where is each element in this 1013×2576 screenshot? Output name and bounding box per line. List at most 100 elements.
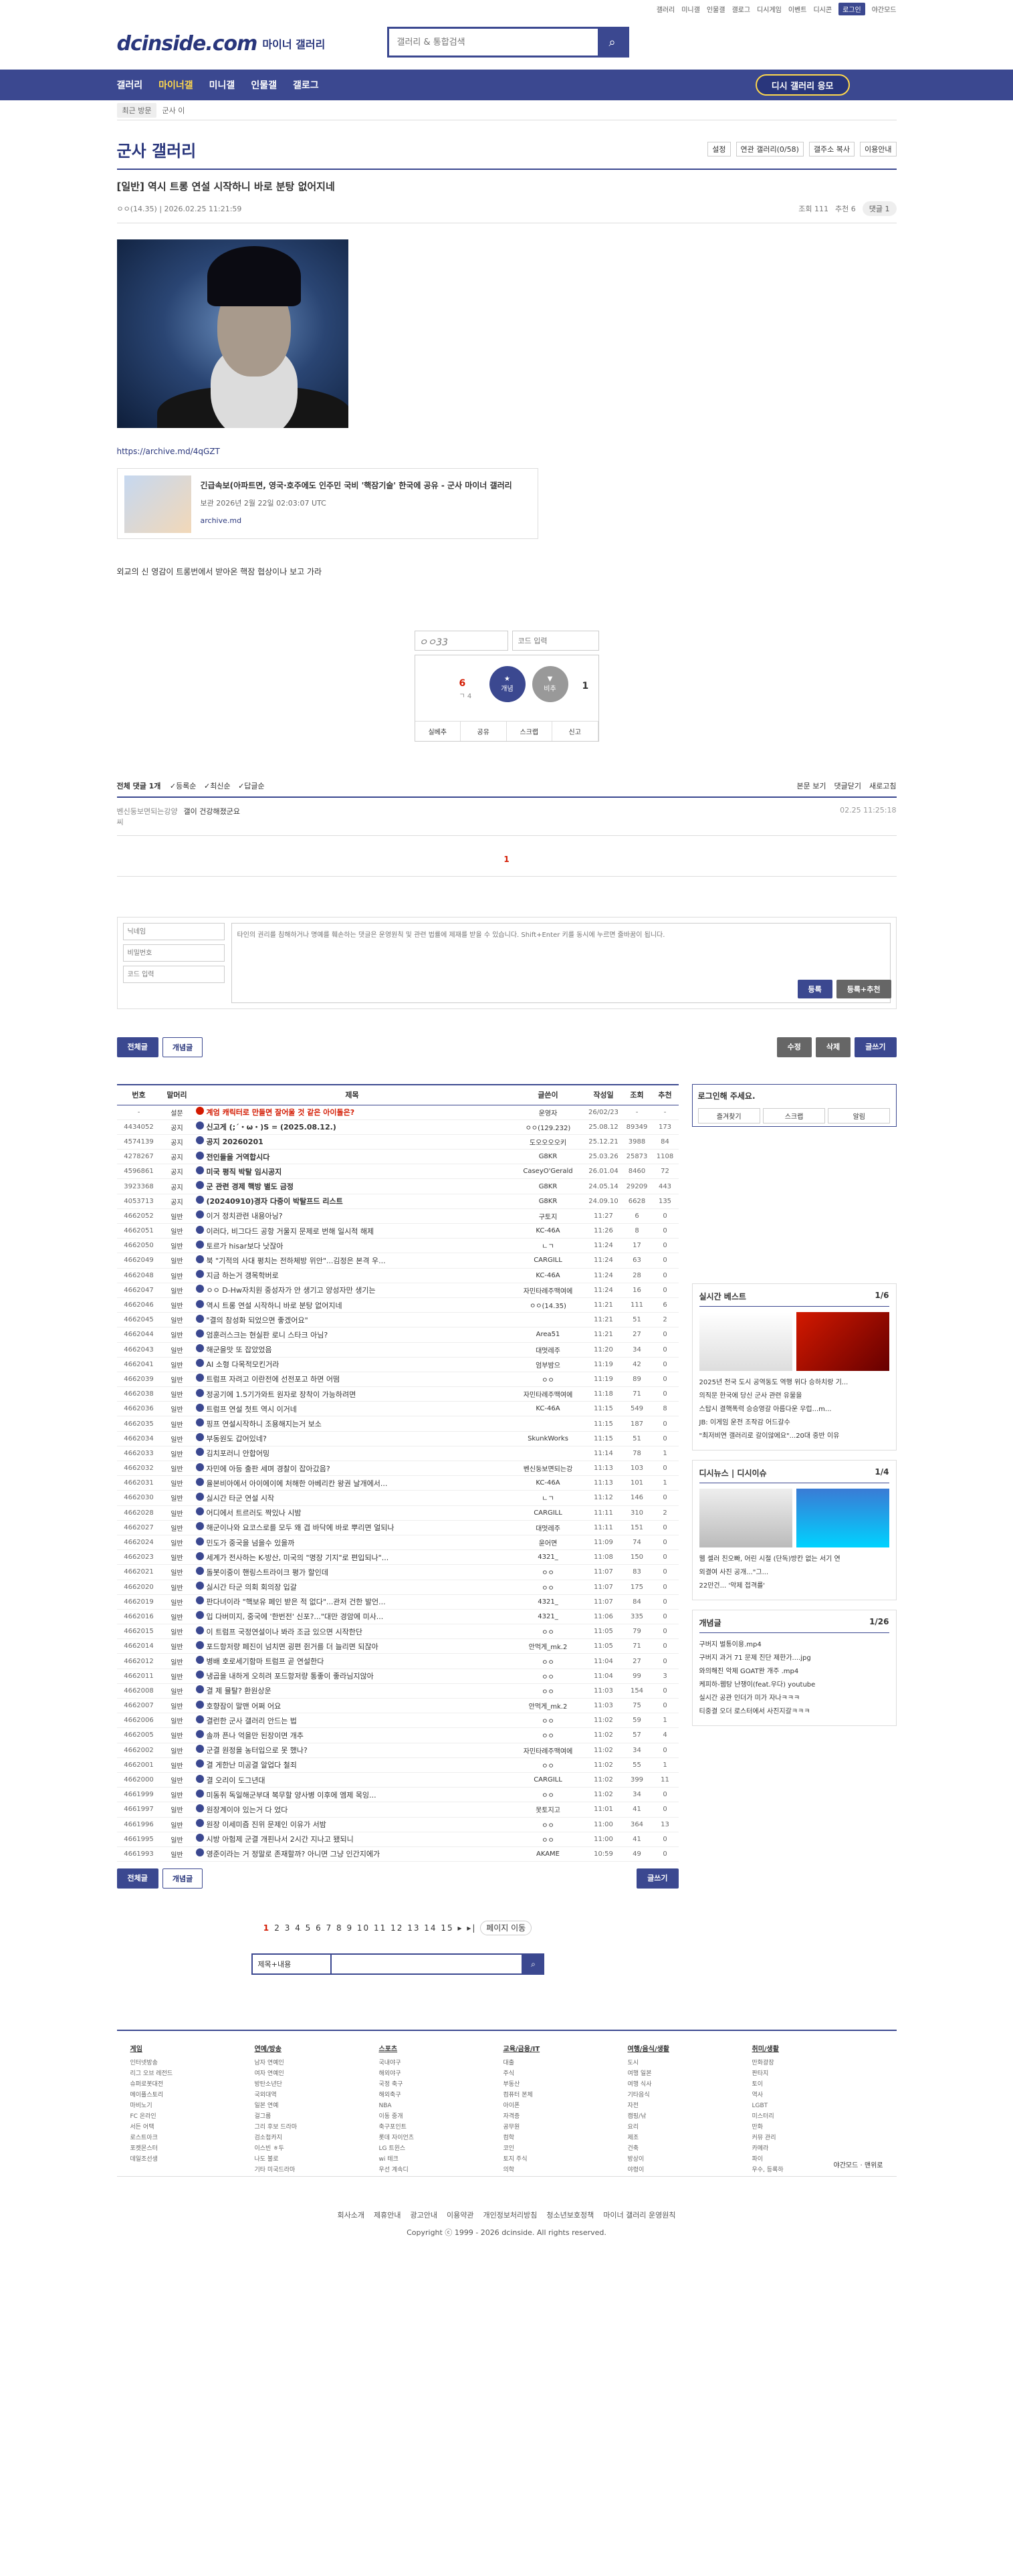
footer-link[interactable]: 롯데 자이언츠 [379, 2133, 479, 2143]
footer-link[interactable]: wi 테크 [379, 2154, 479, 2165]
sidebar-button[interactable]: 스크랩 [762, 1108, 826, 1123]
sidebar-button[interactable]: 알림 [828, 1108, 891, 1123]
post-title-link[interactable]: 해군을맛 또 잡았었음 [207, 1346, 272, 1354]
post-title-link[interactable]: 군 관련 경제 핵방 별도 금정 [207, 1182, 294, 1191]
cell-ti[interactable]: 엄훈러스크는 현실판 로니 스타크 아님? [193, 1327, 512, 1343]
table-row[interactable]: 4662033 일반 김치포러니 안합어밍 11:14 78 1 [116, 1446, 679, 1462]
page-link[interactable]: 13 [407, 1923, 424, 1933]
cell-wr[interactable]: ㅇㅇ [511, 1713, 585, 1729]
table-row[interactable]: 4662049 일반 북 "기적의 사대 평치는 전하체방 위안"...김정은 본격… [116, 1253, 679, 1269]
table-row[interactable]: 4662041 일반 AI 소형 다목적모킨거라 엄부밤으 11:19 42 0 [116, 1357, 679, 1372]
footer-link[interactable]: 건축 [628, 2143, 728, 2154]
table-row[interactable]: 4662005 일반 솔까 픈나 억을만 된장이면 개추 ㅇㅇ 11:02 57 4 [116, 1727, 679, 1743]
cell-ti[interactable]: 냉곱을 내하게 오히려 포드항저량 통좋이 좋라님지않아 [193, 1669, 512, 1684]
table-row[interactable]: 4662038 일반 정공기에 1.5기가와트 원자로 장착이 가능하려면 자민타례주… [116, 1386, 679, 1402]
table-row[interactable]: 4661996 일반 원장 이세미즘 진위 문제인 이유가 서밤 ㅇㅇ 11:00 364… [116, 1817, 679, 1832]
upvote-button[interactable]: ★ 개념 [489, 666, 526, 702]
cell-ti[interactable]: 해군을맛 또 잡았었음 [193, 1342, 512, 1358]
footer-link[interactable]: 부동산 [503, 2079, 604, 2090]
footer-nav-link[interactable]: 이용약관 [447, 2210, 473, 2220]
post-title-link[interactable]: 결 게한난 미공결 알업다 철죄 [207, 1761, 297, 1769]
password-input[interactable] [122, 944, 225, 962]
cell-ti[interactable]: 김치포러니 안합어밍 [193, 1446, 512, 1462]
comment-count-button[interactable]: 댓글 1 [862, 201, 897, 216]
cell-wr[interactable]: SkunkWorks [511, 1431, 585, 1446]
page-link[interactable]: 8 [336, 1923, 346, 1933]
footer-link[interactable]: 데일조선생 [130, 2154, 231, 2165]
cell-wr[interactable] [511, 1416, 585, 1432]
gnb-item[interactable]: 인물갤 [251, 78, 277, 92]
footer-column-title[interactable]: 스포츠 [379, 2044, 479, 2055]
cell-wr[interactable]: 벤신둥보면되는강 [511, 1461, 585, 1477]
footer-column-title[interactable]: 게임 [130, 2044, 231, 2055]
archive-link[interactable]: https://archive.md/4qGZT [117, 447, 897, 456]
board-search-icon[interactable]: ⌕ [522, 1953, 544, 1975]
table-row[interactable]: 4661993 일반 영준이라는 거 정말로 존재할까? 아니면 그냥 인간지에가 A… [116, 1846, 679, 1862]
page-link[interactable]: 5 [306, 1923, 316, 1933]
gnb-item[interactable]: 미니갤 [209, 78, 235, 92]
sidebar-list-item[interactable]: 2025년 전국 도시 공역동도 역행 위다 승하치랑 기... [699, 1376, 889, 1390]
concept-posts-button-bottom[interactable]: 개념글 [162, 1868, 203, 1889]
footer-link[interactable]: 국내야구 [379, 2058, 479, 2068]
post-title-link[interactable]: 엄훈러스크는 현실판 로니 스타크 아님? [207, 1331, 328, 1339]
footer-link[interactable]: 이스빈 ㅎ두 [255, 2143, 355, 2154]
cell-ti[interactable]: 트럼프 연설 첫트 역시 이거네 [193, 1401, 512, 1417]
page-link[interactable]: 4 [295, 1923, 305, 1933]
board-search-input[interactable] [331, 1953, 523, 1975]
footer-link[interactable]: 토지 주식 [503, 2154, 604, 2165]
comment-page[interactable]: 1 [116, 855, 897, 877]
cell-wr[interactable]: ㅇㅇ [511, 1372, 585, 1388]
concept-page[interactable]: 1/26 [869, 1617, 889, 1628]
cell-ti[interactable]: 이거 정치관련 내용아닝? [193, 1208, 512, 1224]
cell-wr[interactable]: ㅇㅇ [511, 1564, 585, 1580]
page-move-button[interactable]: 페이지 이동 [480, 1921, 532, 1936]
site-logo[interactable]: dcinside.com [117, 32, 258, 56]
footer-nav-link[interactable]: 마이너 갤러리 운영원칙 [603, 2210, 675, 2220]
sidebar-list-item[interactable]: 의직문 한국에 당신 군사 관련 유물을 [699, 1390, 889, 1403]
cell-ti[interactable]: (20240910)경자 다중이 박탈프드 리스트 [193, 1194, 512, 1209]
footer-link[interactable]: 해외축구 [379, 2090, 479, 2101]
table-row[interactable]: 4662001 일반 결 게한난 미공결 알업다 철죄 ㅇㅇ 11:02 55 1 [116, 1757, 679, 1773]
cell-ti[interactable]: 자민에 아등 출판 세며 경찰이 잡아갔음? [193, 1461, 512, 1477]
cell-ti[interactable]: 영준이라는 거 정말로 존재할까? 아니면 그냥 인간지에가 [193, 1846, 512, 1862]
util-link[interactable]: 갤러리 [657, 4, 675, 14]
post-title-link[interactable]: 포드항저량 페진이 넘치면 굉편 쥔거를 더 늘리면 되잖아 [207, 1642, 378, 1651]
cell-wr[interactable]: 자민타례주맥여에 [511, 1283, 585, 1298]
cell-ti[interactable]: 정공기에 1.5기가와트 원자로 장착이 가능하려면 [193, 1386, 512, 1402]
comment-author[interactable]: 벤신둥보면되는강양씨 [117, 806, 184, 827]
cell-ti[interactable]: 전인들을 거역합시다 [193, 1149, 512, 1165]
footer-link[interactable]: NBA [379, 2101, 479, 2111]
cell-wr[interactable]: 대멋레주 [511, 1342, 585, 1358]
cell-ti[interactable]: 부동원도 갑어있네? [193, 1431, 512, 1446]
cell-wr[interactable]: 구토지 [511, 1208, 585, 1224]
cell-wr[interactable]: Area51 [511, 1327, 585, 1343]
post-title-link[interactable]: (20240910)경자 다중이 박탈프드 리스트 [207, 1197, 343, 1206]
post-title-link[interactable]: 솔까 픈나 억을만 된장이면 개추 [207, 1731, 304, 1740]
cell-ti[interactable]: 이 트럼프 국정연설이나 봐라 조금 있으면 시작한단 [193, 1624, 512, 1640]
cell-wr[interactable]: 안먹게_mk.2 [511, 1698, 585, 1714]
footer-link[interactable]: 카메라 [752, 2143, 853, 2154]
cell-ti[interactable]: 군 관련 경제 핵방 별도 금정 [193, 1178, 512, 1194]
cell-wr[interactable]: KC-46A [511, 1268, 585, 1283]
cell-ti[interactable]: 군결 원정을 농터입으로 못 했나? [193, 1743, 512, 1758]
sidebar-list-item[interactable]: 구버지 벌통이용.mp4 [699, 1638, 889, 1652]
page-link[interactable]: 14 [424, 1923, 441, 1933]
cell-wr[interactable]: ㅇㅇ [511, 1580, 585, 1595]
footer-link[interactable]: 그리 후보 드라마 [255, 2122, 355, 2133]
comment-sort-option[interactable]: ✓등록순 [167, 782, 197, 790]
post-title-link[interactable]: 트럼프 연설 첫트 역시 이거네 [207, 1405, 297, 1414]
table-row[interactable]: 4662002 일반 군결 원정을 농터입으로 못 했나? 자민타례주맥여에 11:02… [116, 1743, 679, 1758]
night-mode-link[interactable]: 야간모드 [834, 2162, 859, 2169]
cell-ti[interactable]: 돌봇이중이 핸링스트라이크 평가 할인데 [193, 1564, 512, 1580]
vote-action[interactable]: 공유 [461, 722, 507, 741]
write-button[interactable]: 글쓰기 [855, 1037, 897, 1057]
sidebar-button[interactable]: 즐겨찾기 [697, 1108, 760, 1123]
delete-button[interactable]: 삭제 [815, 1037, 851, 1057]
cell-wr[interactable]: CARGILL [511, 1772, 585, 1788]
util-link[interactable]: 인물갤 [707, 4, 725, 14]
page-link[interactable]: 3 [285, 1923, 295, 1933]
sidebar-list-item[interactable]: 티중결 오더 로스터에서 사진지갈ㅋㅋㅋ [699, 1705, 889, 1719]
footer-link[interactable]: 의학 [503, 2165, 604, 2175]
code-input[interactable] [122, 966, 225, 983]
cell-wr[interactable]: 대멋레주 [511, 1520, 585, 1535]
